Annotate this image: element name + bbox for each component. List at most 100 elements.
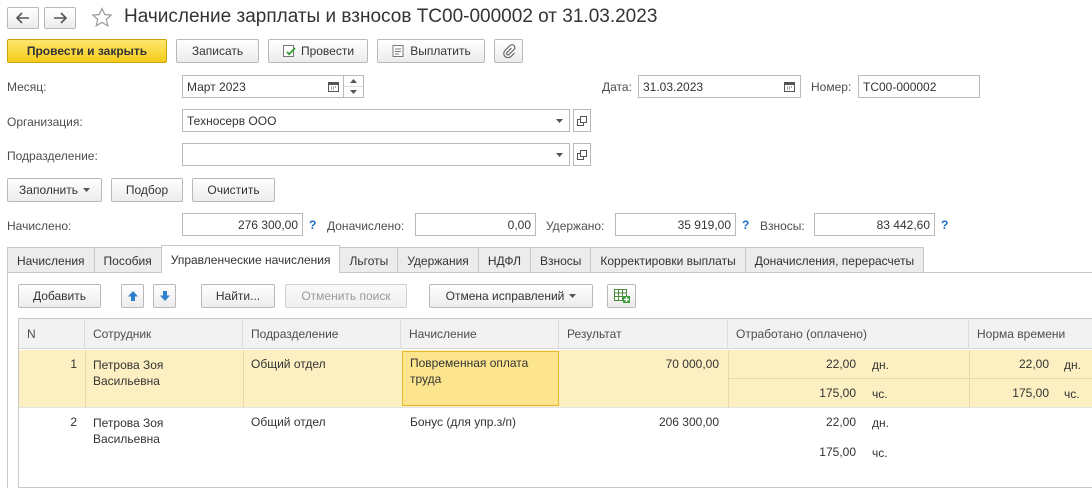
worked-days-cell: 22,00 — [825, 415, 856, 429]
tab-ndfl[interactable]: НДФЛ — [477, 247, 531, 273]
arrow-down-icon — [159, 290, 171, 302]
tab-accruals[interactable]: Начисления — [7, 247, 95, 273]
move-down-button[interactable] — [153, 284, 176, 308]
calendar-icon — [327, 81, 339, 92]
tab-deductions[interactable]: Удержания — [397, 247, 479, 273]
column-header-norm[interactable]: Норма времени — [969, 319, 1092, 349]
row-number: 2 — [70, 415, 77, 429]
month-field[interactable]: Март 2023 — [182, 75, 324, 98]
employee-cell: Петрова Зоя Васильевна — [93, 358, 164, 388]
back-button[interactable] — [7, 7, 39, 29]
accrued-help-icon[interactable]: ? — [309, 218, 316, 232]
attach-button[interactable] — [494, 39, 523, 63]
department-label: Подразделение: — [7, 149, 98, 163]
contributions-help-icon[interactable]: ? — [941, 218, 948, 232]
column-header-department[interactable]: Подразделение — [243, 319, 401, 349]
extra-accrued-label: Доначислено: — [327, 219, 405, 233]
chevron-down-icon — [555, 118, 563, 123]
date-calendar-button[interactable] — [779, 75, 801, 98]
worked-hours-cell: 175,00 — [819, 445, 856, 459]
stepper-down-icon[interactable] — [344, 87, 363, 97]
date-field[interactable]: 31.03.2023 — [638, 75, 780, 98]
payment-document-icon — [391, 44, 405, 58]
department-dropdown-button[interactable] — [549, 143, 570, 166]
department-open-button[interactable] — [573, 143, 591, 166]
post-document-icon — [282, 44, 296, 58]
organization-open-button[interactable] — [573, 109, 591, 132]
page-title: Начисление зарплаты и взносов ТС00-00000… — [124, 6, 658, 27]
add-row-button[interactable]: Добавить — [18, 284, 101, 308]
chevron-down-icon — [555, 152, 563, 157]
employee-cell: Петрова Зоя Васильевна — [93, 416, 164, 446]
row-divider — [728, 378, 1092, 379]
worked-hours-unit: чс. — [872, 387, 888, 401]
worked-hours-unit: чс. — [872, 446, 888, 460]
accrued-label: Начислено: — [7, 219, 72, 233]
month-label: Месяц: — [7, 80, 47, 94]
cancel-search-button[interactable]: Отменить поиск — [285, 284, 407, 308]
tab-contributions[interactable]: Взносы — [529, 247, 592, 273]
column-header-n[interactable]: N — [19, 319, 85, 349]
column-header-employee[interactable]: Сотрудник — [85, 319, 243, 349]
department-cell: Общий отдел — [251, 415, 326, 429]
calendar-icon — [784, 81, 795, 92]
organization-label: Организация: — [7, 115, 83, 129]
tab-bar: Начисления Пособия Управленческие начисл… — [7, 245, 925, 273]
contributions-label: Взносы: — [760, 219, 805, 233]
row-number: 1 — [70, 357, 77, 371]
tab-payment-adjustments[interactable]: Корректировки выплаты — [590, 247, 746, 273]
month-stepper[interactable] — [343, 75, 364, 98]
open-link-icon — [577, 115, 587, 126]
arrow-left-icon — [16, 12, 30, 24]
arrow-right-icon — [53, 12, 67, 24]
date-label: Дата: — [602, 80, 632, 94]
pay-button[interactable]: Выплатить — [377, 39, 485, 63]
result-cell: 206 300,00 — [658, 415, 719, 429]
department-field[interactable] — [182, 143, 550, 166]
star-icon[interactable] — [91, 7, 113, 28]
norm-hours-unit: чс. — [1064, 387, 1080, 401]
row-divider — [243, 350, 244, 407]
tab-recalculations[interactable]: Доначисления, перерасчеты — [744, 247, 925, 273]
worked-hours-cell: 175,00 — [819, 386, 856, 400]
save-button[interactable]: Записать — [176, 39, 259, 63]
tab-management-accruals[interactable]: Управленческие начисления — [160, 245, 341, 273]
number-label: Номер: — [811, 80, 852, 94]
tab-privileges[interactable]: Льготы — [339, 247, 399, 273]
withheld-field[interactable]: 35 919,00 — [615, 213, 736, 236]
find-button[interactable]: Найти... — [201, 284, 275, 308]
fill-button[interactable]: Заполнить — [7, 178, 102, 202]
select-button[interactable]: Подбор — [111, 178, 183, 202]
post-and-close-button[interactable]: Провести и закрыть — [7, 39, 167, 63]
contributions-field[interactable]: 83 442,60 — [814, 213, 935, 236]
extra-accrued-field[interactable]: 0,00 — [415, 213, 536, 236]
open-link-icon — [577, 149, 587, 160]
worked-days-unit: дн. — [872, 416, 889, 430]
column-header-worked[interactable]: Отработано (оплачено) — [728, 319, 969, 349]
organization-field[interactable]: Техносерв ООО — [182, 109, 550, 132]
norm-hours-cell: 175,00 — [1012, 386, 1049, 400]
column-header-result[interactable]: Результат — [559, 319, 728, 349]
month-calendar-button[interactable] — [323, 75, 344, 98]
column-header-accrual[interactable]: Начисление — [401, 319, 559, 349]
worked-days-unit: дн. — [872, 358, 889, 372]
tab-benefits[interactable]: Пособия — [93, 247, 162, 273]
table-add-icon — [613, 289, 630, 303]
organization-dropdown-button[interactable] — [549, 109, 570, 132]
number-field[interactable]: ТС00-000002 — [858, 75, 980, 98]
department-cell: Общий отдел — [251, 357, 326, 371]
forward-button[interactable] — [44, 7, 76, 29]
accrual-cell-selected[interactable]: Повременная оплата труда — [402, 351, 559, 406]
management-accruals-table: N Сотрудник Подразделение Начисление Рез… — [18, 318, 1092, 488]
clear-button[interactable]: Очистить — [192, 178, 275, 202]
post-button[interactable]: Провести — [268, 39, 368, 63]
move-up-button[interactable] — [121, 284, 144, 308]
cancel-fixes-button[interactable]: Отмена исправлений — [429, 284, 593, 308]
table-settings-button[interactable] — [607, 284, 636, 308]
chevron-down-icon — [82, 188, 90, 192]
arrow-up-icon — [127, 290, 139, 302]
stepper-up-icon[interactable] — [344, 76, 363, 87]
accrued-field[interactable]: 276 300,00 — [182, 213, 303, 236]
norm-days-unit: дн. — [1064, 358, 1081, 372]
withheld-help-icon[interactable]: ? — [742, 218, 749, 232]
